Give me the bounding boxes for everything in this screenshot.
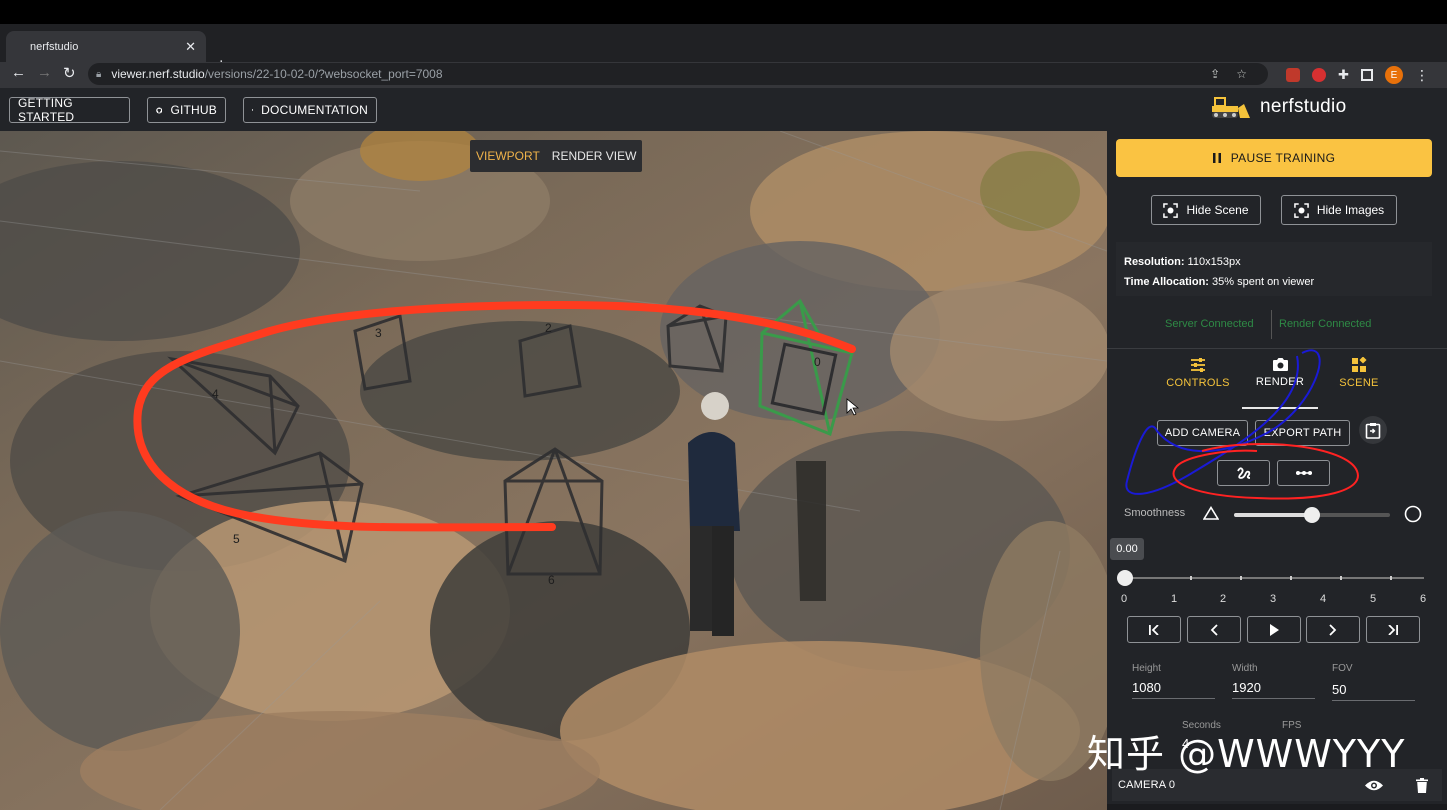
blue-annotation-circle	[1125, 349, 1321, 495]
eye-icon[interactable]	[1364, 779, 1384, 792]
trash-icon[interactable]	[1416, 777, 1428, 793]
nerfstudio-logo: nerfstudio	[1210, 94, 1346, 120]
reload-icon[interactable]: ↻	[63, 64, 76, 82]
sidepanel-icon[interactable]	[1361, 69, 1373, 81]
url-path: /versions/22-10-02-0/?websocket_port=700…	[204, 67, 443, 81]
previous-frame-button[interactable]	[1187, 616, 1241, 643]
documentation-label: DOCUMENTATION	[261, 103, 368, 117]
documentation-button[interactable]: DOCUMENTATION	[243, 97, 377, 123]
url-input[interactable]: 🔒︎ viewer.nerf.studio/versions/22-10-02-…	[88, 63, 1268, 85]
timeline-value-tooltip: 0.00	[1110, 538, 1144, 560]
address-bar: ← → ↻ 🔒︎ viewer.nerf.studio/versions/22-…	[0, 62, 1447, 88]
fov-label: FOV	[1332, 663, 1353, 674]
scene-render: 4 3 2 5 6 0	[0, 131, 1107, 810]
panel-footer	[1107, 804, 1447, 810]
share-icon[interactable]: ⇪	[1210, 67, 1220, 81]
camera-name: CAMERA 0	[1118, 779, 1176, 791]
timeline-tick: 4	[1319, 593, 1327, 605]
width-underline	[1232, 698, 1315, 699]
timeline-tick: 2	[1219, 593, 1227, 605]
watermark: 知乎 @WWWYYY	[1087, 732, 1406, 776]
timeline-slider[interactable]	[1124, 576, 1424, 580]
fov-underline	[1332, 700, 1415, 701]
app-header: GETTING STARTED GITHUB DOCUMENTATION ner…	[0, 88, 1447, 131]
github-label: GITHUB	[170, 103, 217, 117]
lock-icon: 🔒︎	[96, 68, 102, 80]
github-icon	[156, 106, 163, 114]
viewport-render-toggle: VIEWPORT RENDER VIEW	[470, 140, 643, 172]
camera-label: 2	[545, 321, 552, 335]
timeline-thumb[interactable]	[1117, 570, 1133, 586]
smoothness-thumb[interactable]	[1304, 507, 1320, 523]
extension-icon[interactable]	[1286, 68, 1301, 82]
getting-started-label: GETTING STARTED	[18, 96, 75, 124]
timeline-tick: 3	[1269, 593, 1277, 605]
tab-render-view[interactable]: RENDER VIEW	[546, 140, 643, 172]
timeline-tick: 6	[1419, 593, 1427, 605]
avatar[interactable]: E	[1385, 66, 1403, 84]
circle-icon	[1404, 505, 1422, 523]
kebab-menu-icon[interactable]: ⋮	[1415, 67, 1429, 84]
bulldozer-logo-icon	[1212, 97, 1250, 118]
bookmark-star-icon[interactable]: ☆	[1236, 67, 1247, 81]
last-frame-button[interactable]	[1366, 616, 1420, 643]
smoothness-label: Smoothness	[1124, 507, 1186, 519]
camera-label: 4	[212, 387, 219, 401]
chevron-left-icon	[1210, 623, 1218, 636]
top-black-strip	[0, 0, 1447, 24]
tab-title: nerfstudio	[30, 40, 79, 53]
tab-viewport[interactable]: VIEWPORT	[470, 140, 546, 172]
smoothness-fill	[1234, 513, 1312, 517]
timeline-tick: 1	[1170, 593, 1178, 605]
width-input[interactable]: 1920	[1232, 680, 1261, 695]
control-panel: PAUSE TRAINING Hide Scene Hide Images Re…	[1107, 131, 1447, 810]
next-frame-button[interactable]	[1306, 616, 1360, 643]
puzzle-icon[interactable]: ✚	[1338, 67, 1349, 83]
github-button[interactable]: GITHUB	[147, 97, 226, 123]
document-icon	[252, 109, 254, 111]
tab-close-icon[interactable]: ✕	[185, 39, 196, 55]
height-underline	[1132, 698, 1215, 699]
back-icon[interactable]: ←	[11, 64, 26, 81]
viewport-canvas[interactable]: 4 3 2 5 6 0 VIEWPORT RENDER VIEW	[0, 131, 1107, 810]
browser-tab-bar: nerfstudio ✕ + ⌄	[0, 24, 1447, 75]
smoothness-slider[interactable]	[1234, 507, 1390, 523]
fov-input[interactable]: 50	[1332, 682, 1346, 697]
camera-label: 0	[814, 355, 821, 369]
height-label: Height	[1132, 663, 1161, 674]
camera-label: 5	[233, 532, 240, 546]
triangle-icon	[1203, 506, 1219, 520]
timeline-tick: 0	[1120, 593, 1128, 605]
browser-tab[interactable]: nerfstudio ✕	[6, 31, 206, 62]
first-frame-button[interactable]	[1127, 616, 1181, 643]
chevron-right-icon	[1329, 623, 1337, 636]
camera-label: 6	[548, 573, 555, 587]
skip-start-icon	[1149, 624, 1159, 635]
extension-icon[interactable]	[1312, 68, 1327, 82]
logo-text: nerfstudio	[1260, 96, 1347, 117]
forward-icon[interactable]: →	[37, 64, 52, 81]
getting-started-button[interactable]: GETTING STARTED	[9, 96, 130, 124]
timeline-tick: 5	[1369, 593, 1377, 605]
play-button[interactable]	[1247, 616, 1301, 643]
skip-end-icon	[1388, 624, 1398, 635]
camera-label: 3	[375, 326, 382, 340]
width-label: Width	[1232, 663, 1258, 674]
url-host: viewer.nerf.studio	[111, 67, 205, 81]
annotation-scribbles	[1125, 349, 1359, 500]
height-input[interactable]: 1080	[1132, 680, 1161, 695]
play-icon	[1270, 623, 1279, 636]
